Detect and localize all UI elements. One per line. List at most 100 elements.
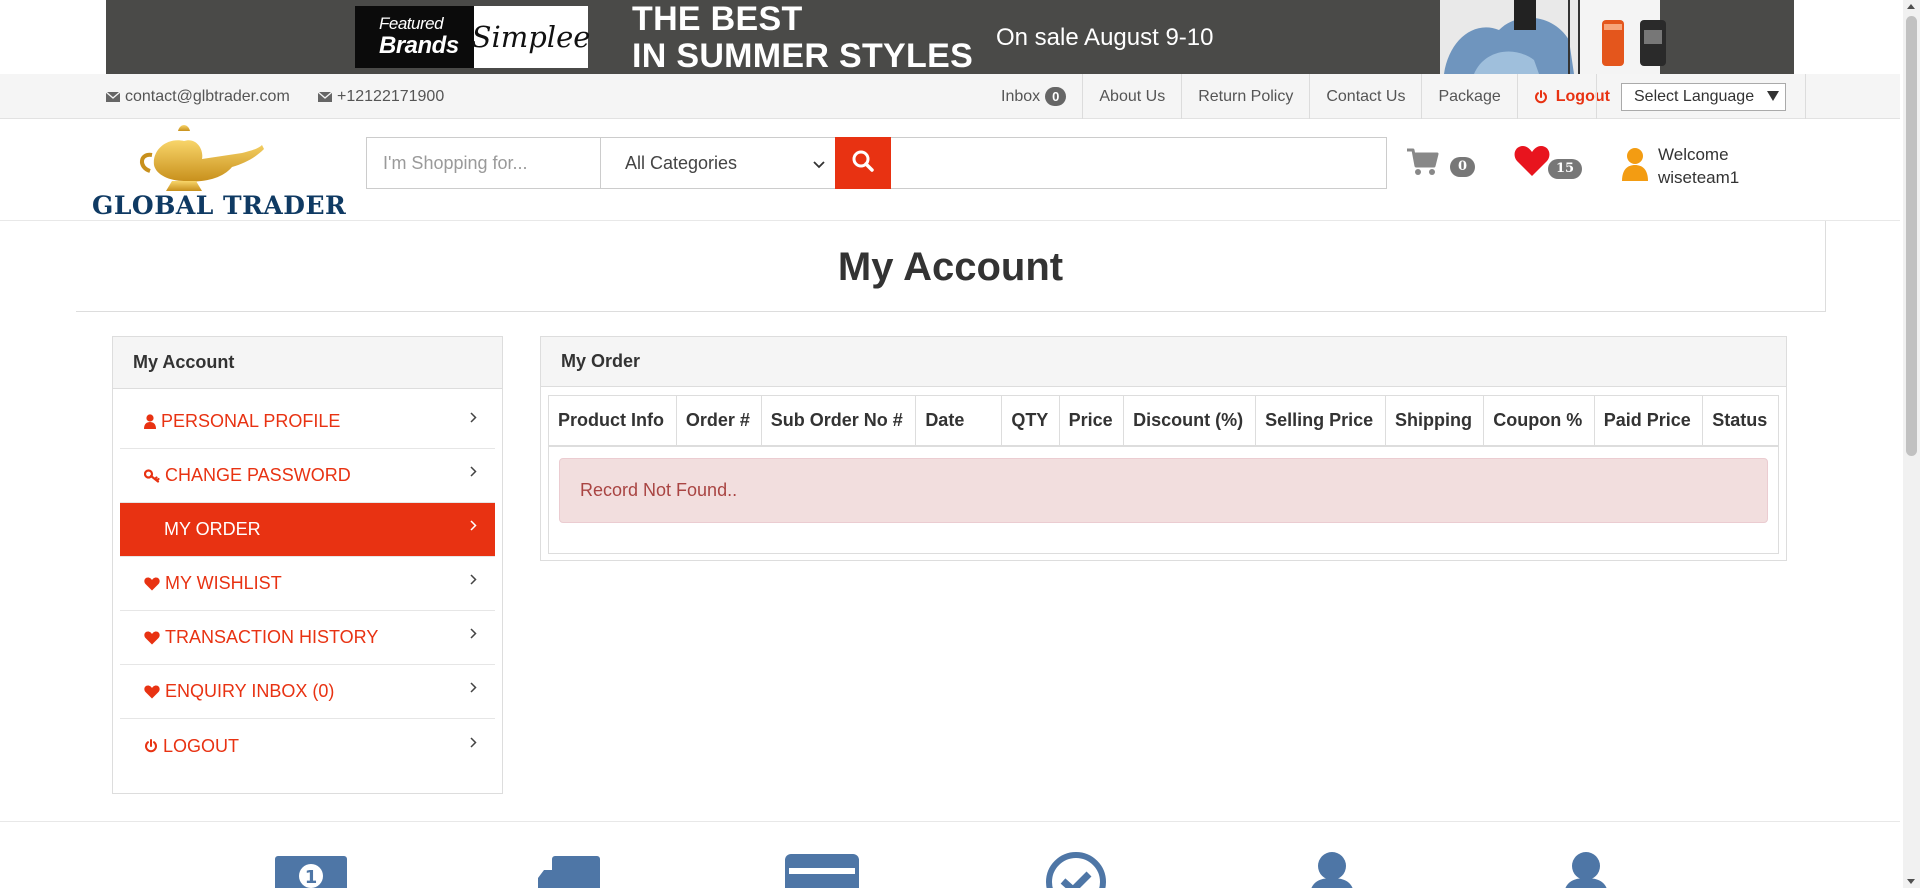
promo-banner[interactable]: Featured Brands Simplee THE BEST IN SUMM…	[106, 0, 1794, 74]
sidebar-item-transaction-history[interactable]: TRANSACTION HISTORY	[120, 611, 495, 665]
email-text: contact@glbtrader.com	[125, 87, 290, 105]
search-button[interactable]	[835, 137, 891, 189]
logo-text[interactable]: GLOBAL TRADER	[92, 191, 346, 220]
column-header: QTY	[1001, 396, 1060, 447]
featured-brands-badge: Featured Brands Simplee	[355, 6, 590, 68]
category-select-value: All Categories	[625, 152, 738, 173]
chevron-right-icon	[470, 574, 477, 585]
heart-icon	[144, 577, 160, 591]
column-header: Status	[1702, 396, 1778, 447]
key-icon	[144, 468, 160, 483]
inbox-count-badge: 0	[1045, 87, 1067, 106]
scrollbar-thumb[interactable]	[1906, 16, 1917, 456]
sidebar-menu: PERSONAL PROFILE CHANGE PASSWORD MY ORDE…	[113, 389, 502, 773]
search-input[interactable]	[367, 138, 601, 188]
shopping-cart-icon	[1406, 147, 1440, 182]
orders-table-wrap: Product Info Order # Sub Order No # Date…	[548, 395, 1779, 554]
heart-icon	[1514, 145, 1550, 182]
sidebar-item-label: ENQUIRY INBOX (0)	[165, 681, 335, 701]
orders-table: Product Info Order # Sub Order No # Date…	[549, 396, 1778, 447]
contact-phone[interactable]: +12122171900	[318, 74, 444, 119]
heart-icon	[144, 631, 160, 645]
brand-logo-simplee: Simplee	[472, 6, 590, 68]
features-strip: 1	[0, 821, 1900, 888]
envelope-icon	[106, 90, 120, 103]
page-title: My Account	[837, 244, 1064, 289]
user-account-menu[interactable]: Welcome wiseteam1	[1622, 143, 1739, 189]
column-header: Discount (%)	[1123, 396, 1257, 447]
page-scrollbar[interactable]	[1903, 0, 1920, 888]
contact-email[interactable]: contact@glbtrader.com	[106, 74, 290, 119]
chevron-right-icon	[470, 736, 477, 748]
inbox-label: Inbox	[1001, 87, 1041, 105]
column-header: Paid Price	[1594, 396, 1704, 447]
chevron-down-icon	[813, 153, 825, 174]
column-header: Shipping	[1385, 396, 1485, 447]
search-bar: All Categories	[366, 137, 1387, 189]
column-header: Order #	[676, 396, 762, 447]
sidebar-item-label: CHANGE PASSWORD	[165, 465, 351, 485]
scroll-up-arrow-icon[interactable]	[1907, 4, 1915, 9]
panel-title: My Order	[541, 337, 1786, 387]
column-header: Date	[915, 396, 1003, 447]
language-selector-wrap: Select Language	[1596, 74, 1806, 119]
check-circle-icon	[1046, 852, 1106, 888]
account-sidebar: My Account PERSONAL PROFILE CHANGE PASSW…	[112, 336, 503, 794]
sidebar-item-logout[interactable]: LOGOUT	[120, 719, 495, 773]
featured-text: Featured	[379, 14, 444, 34]
welcome-text: Welcome wiseteam1	[1658, 143, 1739, 189]
sidebar-item-label: MY ORDER	[164, 519, 261, 539]
truck-icon	[538, 856, 600, 888]
package-link[interactable]: Package	[1421, 74, 1516, 119]
sidebar-item-my-order[interactable]: MY ORDER	[120, 503, 495, 557]
language-select[interactable]: Select Language	[1621, 82, 1786, 111]
svg-text:1: 1	[305, 867, 318, 888]
sidebar-item-label: PERSONAL PROFILE	[161, 411, 341, 431]
sidebar-item-personal-profile[interactable]: PERSONAL PROFILE	[120, 395, 495, 449]
scroll-down-arrow-icon[interactable]	[1907, 879, 1915, 884]
top-nav: Inbox 0 About Us Return Policy Contact U…	[985, 74, 1626, 119]
sidebar-item-enquiry-inbox[interactable]: ENQUIRY INBOX (0)	[120, 665, 495, 719]
page-title-box: My Account	[76, 221, 1826, 312]
sidebar-item-my-wishlist[interactable]: MY WISHLIST	[120, 557, 495, 611]
chevron-right-icon	[470, 520, 477, 531]
credit-card-icon	[785, 854, 859, 888]
banner-headline: THE BEST IN SUMMER STYLES	[632, 1, 974, 75]
column-header: Price	[1059, 396, 1125, 447]
chevron-right-icon	[470, 466, 477, 477]
money-icon: 1	[275, 856, 347, 888]
column-header: Product Info	[549, 396, 677, 447]
column-header: Selling Price	[1255, 396, 1387, 447]
phone-text: +12122171900	[337, 87, 445, 105]
welcome-label: Welcome	[1658, 145, 1729, 164]
cart-count-badge: 0	[1450, 157, 1476, 177]
inbox-link[interactable]: Inbox 0	[985, 74, 1082, 119]
contact-us-link[interactable]: Contact Us	[1309, 74, 1421, 119]
sidebar-item-label: TRANSACTION HISTORY	[165, 627, 379, 647]
wishlist-button[interactable]: 15	[1514, 145, 1583, 182]
featured-brands-label: Featured Brands	[355, 6, 474, 68]
power-icon	[144, 739, 158, 753]
brands-text: Brands	[379, 32, 459, 60]
sidebar-title: My Account	[113, 337, 502, 389]
banner-sale-text: On sale August 9-10	[996, 24, 1214, 51]
sidebar-item-change-password[interactable]: CHANGE PASSWORD	[120, 449, 495, 503]
heart-icon	[144, 685, 160, 699]
chevron-right-icon	[470, 682, 477, 693]
headline-line-2: IN SUMMER STYLES	[632, 37, 974, 75]
about-us-link[interactable]: About Us	[1082, 74, 1181, 119]
empty-state-alert: Record Not Found..	[559, 458, 1768, 523]
column-header: Sub Order No #	[761, 396, 917, 447]
chevron-right-icon	[470, 628, 477, 639]
user-icon	[1565, 852, 1607, 888]
sidebar-item-label: MY WISHLIST	[165, 573, 282, 593]
return-policy-link[interactable]: Return Policy	[1181, 74, 1309, 119]
sidebar-item-label: LOGOUT	[163, 735, 240, 756]
category-select[interactable]: All Categories	[601, 138, 835, 188]
username: wiseteam1	[1658, 168, 1740, 187]
top-bar: contact@glbtrader.com +12122171900 Inbox…	[0, 74, 1900, 119]
cart-button[interactable]: 0	[1406, 147, 1476, 182]
caret-down-icon	[1767, 88, 1779, 106]
user-icon	[1622, 147, 1648, 186]
power-icon	[1534, 89, 1548, 104]
